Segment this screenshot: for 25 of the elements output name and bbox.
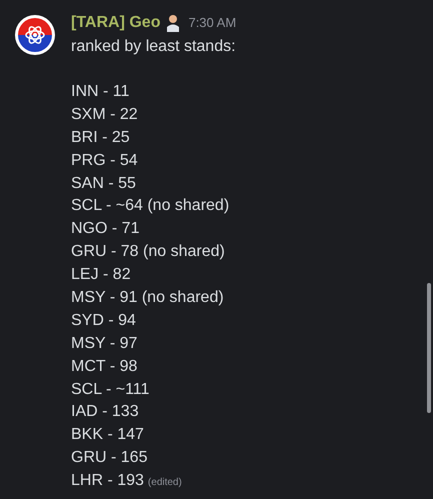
scrollbar-thumb[interactable] [427,283,431,413]
message-line: MCT - 98 [71,356,138,377]
message-line: NGO - 71 [71,219,140,240]
message-line: SXM - 22 [71,104,138,125]
message-text: ranked by least stands: [71,37,236,57]
message-line: LEJ - 82 [71,265,131,286]
message-line: SCL - ~64 (no shared) [71,196,230,216]
message-line: LHR - 193 [71,471,144,492]
message-line: MSY - 97 [71,334,138,354]
message-line: PRG - 54 [71,150,138,171]
message-line: GRU - 78 (no shared) [71,242,225,262]
message-line: BRI - 25 [71,128,130,148]
author-name[interactable]: [TARA] Geo [71,11,160,35]
message-line: MSY - 91 (no shared) [71,288,224,308]
message-line: IAD - 133 [71,402,139,422]
message-line: INN - 11 [71,82,130,102]
message-line: SCL - ~111 [71,380,150,400]
person-icon [166,14,180,32]
edited-label: (edited) [148,476,182,490]
timestamp: 7:30 AM [188,14,236,32]
message-line: SAN - 55 [71,174,136,194]
message-line: GRU - 165 [71,448,148,468]
avatar-icon[interactable] [14,14,56,56]
message-line: BKK - 147 [71,425,144,446]
message-line: SYD - 94 [71,310,136,331]
